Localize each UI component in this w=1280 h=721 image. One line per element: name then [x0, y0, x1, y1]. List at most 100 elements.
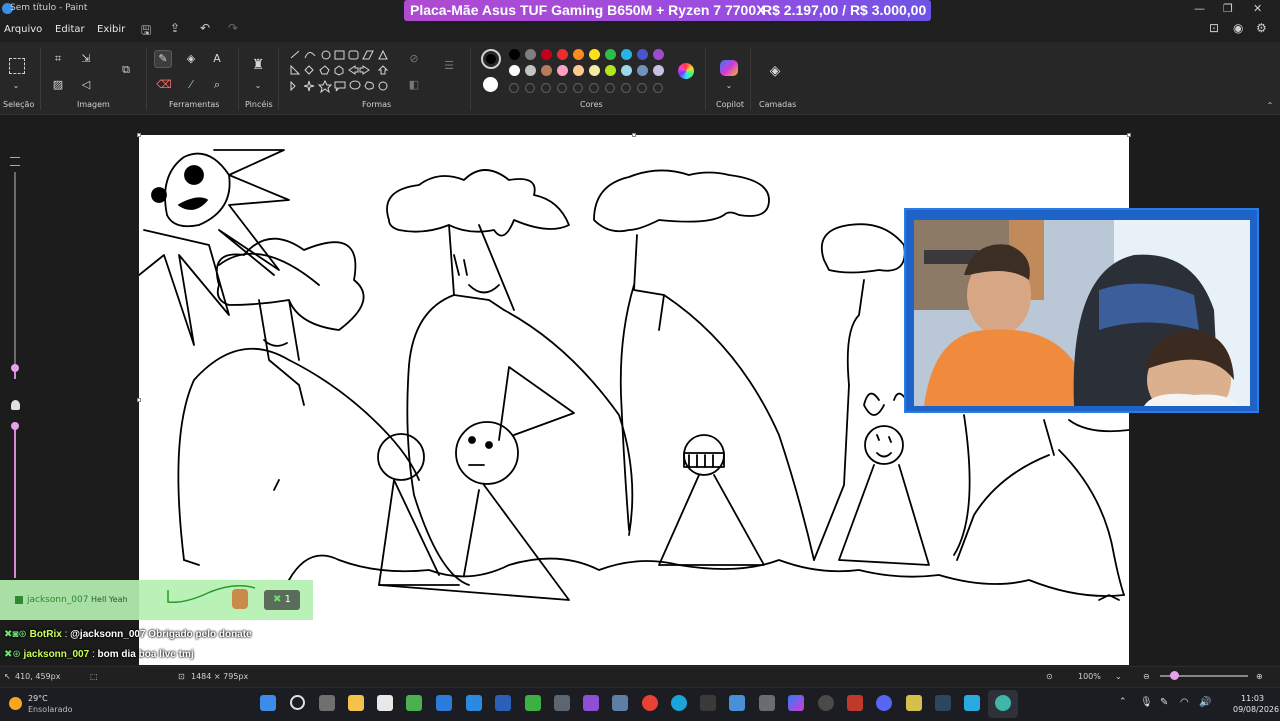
layers-icon[interactable]: ◈	[767, 63, 783, 79]
app-icon-slate[interactable]	[612, 695, 628, 711]
steam-icon[interactable]	[935, 695, 951, 711]
zoom-in-icon[interactable]: ⊕	[1256, 672, 1263, 681]
canvas-resize-handle[interactable]	[1127, 133, 1131, 137]
palette-color-swatch[interactable]	[557, 49, 568, 60]
background-removal-icon[interactable]: ▨	[50, 77, 66, 93]
custom-color-slot[interactable]	[653, 83, 663, 93]
text-icon[interactable]: A	[209, 51, 225, 67]
crop-icon[interactable]: ⌗	[50, 51, 66, 67]
redo-icon[interactable]: ↷	[228, 21, 238, 35]
edge-icon[interactable]	[671, 695, 687, 711]
edit-colors-icon[interactable]	[678, 63, 694, 79]
palette-color-swatch[interactable]	[605, 49, 616, 60]
custom-color-slot[interactable]	[637, 83, 647, 93]
eraser-icon[interactable]: ⌫	[156, 77, 172, 93]
canvas-resize-handle[interactable]	[137, 398, 141, 402]
twitch-icon[interactable]	[583, 695, 599, 711]
fit-screen-icon[interactable]: ⊙	[1046, 672, 1053, 681]
palette-color-swatch[interactable]	[509, 65, 520, 76]
clock-time[interactable]: 11:03	[1241, 694, 1264, 703]
account-icon[interactable]: ◉	[1233, 21, 1243, 35]
maximize-button[interactable]: ❐	[1223, 2, 1233, 15]
palette-color-swatch[interactable]	[605, 65, 616, 76]
palette-color-swatch[interactable]	[509, 49, 520, 60]
palette-color-swatch[interactable]	[653, 49, 664, 60]
microphone-icon[interactable]: 🎙	[1140, 697, 1153, 708]
app-icon-yellow[interactable]	[906, 695, 922, 711]
custom-color-slot[interactable]	[589, 83, 599, 93]
custom-color-slot[interactable]	[621, 83, 631, 93]
search-icon[interactable]	[290, 695, 305, 710]
shape-size-icon[interactable]: ☰	[441, 58, 457, 74]
file-explorer-icon[interactable]	[348, 695, 364, 711]
palette-color-swatch[interactable]	[653, 65, 664, 76]
outline-icon[interactable]: ⊘	[406, 51, 422, 67]
palette-color-swatch[interactable]	[573, 65, 584, 76]
share-icon[interactable]: ⇪	[170, 21, 180, 35]
wifi-icon[interactable]: ◠	[1180, 697, 1189, 708]
app-icon-grey[interactable]	[554, 695, 570, 711]
clock-date[interactable]: 09/08/2026	[1233, 705, 1279, 714]
shapes-gallery[interactable]	[287, 48, 397, 96]
ribbon-collapse-icon[interactable]: ⌃	[1262, 98, 1278, 114]
zoom-level[interactable]: 100%	[1078, 672, 1101, 681]
fill-icon[interactable]: ◈	[183, 51, 199, 67]
weather-temp[interactable]: 29°C	[28, 694, 48, 703]
primary-color-selector[interactable]	[481, 49, 501, 69]
app-icon-dark[interactable]	[700, 695, 716, 711]
fill-style-icon[interactable]: ◧	[406, 77, 422, 93]
palette-color-swatch[interactable]	[589, 65, 600, 76]
weather-icon[interactable]	[9, 697, 22, 710]
brush-dropdown-icon[interactable]: ⌄	[250, 78, 266, 94]
minimize-button[interactable]: —	[1194, 2, 1205, 15]
chrome-icon[interactable]	[642, 695, 658, 711]
palette-color-swatch[interactable]	[557, 65, 568, 76]
palette-color-swatch[interactable]	[637, 49, 648, 60]
zoom-slider-thumb[interactable]	[1170, 671, 1179, 680]
menu-exibir[interactable]: Exibir	[97, 24, 125, 35]
tray-chevron-icon[interactable]: ⌃	[1119, 697, 1127, 707]
app-icon-cyan[interactable]	[964, 695, 980, 711]
canvas-resize-handle[interactable]	[632, 133, 636, 137]
palette-color-swatch[interactable]	[541, 49, 552, 60]
copilot-taskbar-icon[interactable]	[788, 695, 804, 711]
palette-color-swatch[interactable]	[589, 49, 600, 60]
app-icon-blue[interactable]	[436, 695, 452, 711]
feedback-icon[interactable]: ⊡	[1209, 21, 1219, 35]
custom-color-slot[interactable]	[541, 83, 551, 93]
menu-arquivo[interactable]: Arquivo	[4, 24, 42, 35]
notepad-plus-icon[interactable]	[406, 695, 422, 711]
custom-color-slot[interactable]	[557, 83, 567, 93]
discord-icon[interactable]	[876, 695, 892, 711]
app-icon-red[interactable]	[847, 695, 863, 711]
palette-color-swatch[interactable]	[621, 65, 632, 76]
minecraft-icon[interactable]	[525, 695, 541, 711]
brush-icon[interactable]: ♜	[250, 57, 266, 73]
custom-color-slot[interactable]	[605, 83, 615, 93]
settings-icon[interactable]: ⚙	[1256, 21, 1267, 35]
rotate-icon[interactable]: ◁	[78, 77, 94, 93]
palette-color-swatch[interactable]	[525, 49, 536, 60]
custom-color-slot[interactable]	[509, 83, 519, 93]
save-icon[interactable]: 🖫	[141, 21, 151, 42]
brush-size-thumb[interactable]	[11, 364, 19, 372]
canvas-resize-handle[interactable]	[137, 133, 141, 137]
start-icon[interactable]	[260, 695, 276, 711]
palette-color-swatch[interactable]	[637, 65, 648, 76]
weather-desc[interactable]: Ensolarado	[28, 705, 72, 714]
magnifier-icon[interactable]: ⌕	[209, 77, 225, 93]
vscode-icon[interactable]	[466, 695, 482, 711]
image-select-icon[interactable]: ⧉	[118, 62, 134, 78]
volume-icon[interactable]: 🔊	[1199, 697, 1211, 708]
settings-app-icon[interactable]	[759, 695, 775, 711]
copilot-dropdown-icon[interactable]: ⌄	[721, 78, 737, 94]
opacity-thumb[interactable]	[11, 422, 19, 430]
palette-color-swatch[interactable]	[621, 49, 632, 60]
zoom-out-icon[interactable]: ⊖	[1143, 672, 1150, 681]
obs-icon[interactable]	[818, 695, 834, 711]
copilot-icon[interactable]	[720, 60, 738, 76]
app-icon-blue2[interactable]	[729, 695, 745, 711]
visual-studio-icon[interactable]	[495, 695, 511, 711]
menu-editar[interactable]: Editar	[55, 24, 85, 35]
pen-icon[interactable]: ✎	[1160, 697, 1168, 708]
